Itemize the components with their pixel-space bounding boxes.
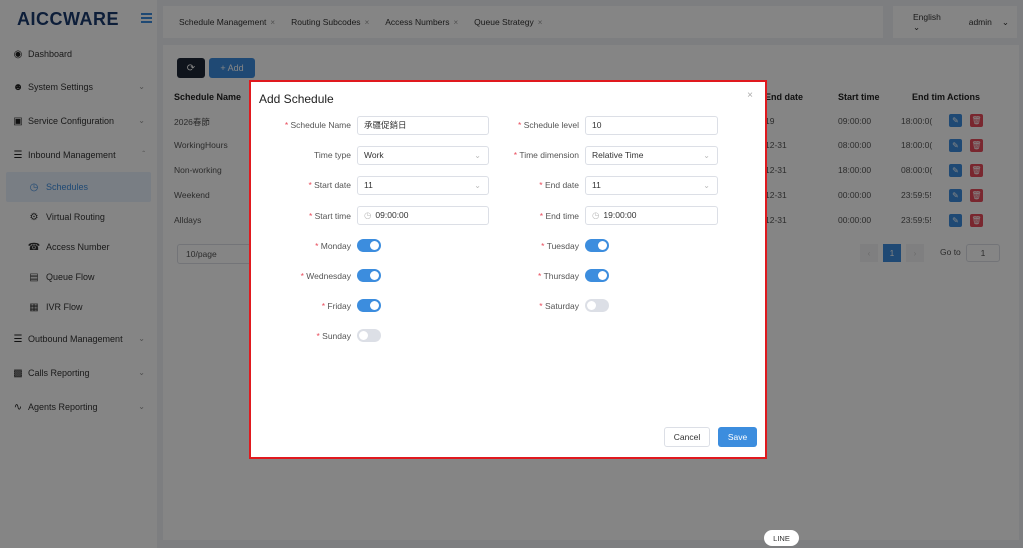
thursday-toggle[interactable] bbox=[585, 269, 609, 282]
end-date-label: * End date bbox=[539, 180, 579, 190]
tuesday-toggle[interactable] bbox=[585, 239, 609, 252]
end-date-value: 11 bbox=[592, 180, 601, 190]
end-date-select[interactable]: 11 ⌄ bbox=[585, 176, 718, 195]
sunday-label: * Sunday bbox=[316, 331, 351, 341]
saturday-toggle[interactable] bbox=[585, 299, 609, 312]
time-dimension-label: * Time dimension bbox=[513, 150, 579, 160]
end-time-label: * End time bbox=[539, 211, 579, 221]
line-badge[interactable]: LINE bbox=[764, 530, 799, 546]
save-button[interactable]: Save bbox=[718, 427, 757, 447]
wednesday-label: * Wednesday bbox=[300, 271, 351, 281]
wednesday-toggle[interactable] bbox=[357, 269, 381, 282]
schedule-name-input[interactable]: 承疆促銷日 bbox=[357, 116, 489, 135]
add-schedule-dialog: Add Schedule × * Schedule Name 承疆促銷日 * S… bbox=[249, 80, 767, 459]
clock-icon: ◷ bbox=[592, 210, 600, 220]
saturday-label: * Saturday bbox=[539, 301, 579, 311]
friday-toggle[interactable] bbox=[357, 299, 381, 312]
chevron-down-icon: ⌄ bbox=[703, 151, 710, 160]
close-icon[interactable]: × bbox=[747, 90, 753, 101]
sunday-toggle[interactable] bbox=[357, 329, 381, 342]
schedule-name-label: * Schedule Name bbox=[284, 120, 351, 130]
monday-label: * Monday bbox=[315, 241, 351, 251]
start-time-value: 09:00:00 bbox=[375, 210, 409, 220]
clock-icon: ◷ bbox=[364, 210, 372, 220]
friday-label: * Friday bbox=[321, 301, 351, 311]
start-date-select[interactable]: 11 ⌄ bbox=[357, 176, 489, 195]
time-dimension-value: Relative Time bbox=[592, 150, 644, 160]
end-time-value: 19:00:00 bbox=[603, 210, 637, 220]
start-date-label: * Start date bbox=[308, 180, 351, 190]
dialog-title: Add Schedule bbox=[259, 92, 334, 106]
tuesday-label: * Tuesday bbox=[541, 241, 579, 251]
time-type-label: Time type bbox=[313, 150, 351, 160]
start-date-value: 11 bbox=[364, 180, 373, 190]
monday-toggle[interactable] bbox=[357, 239, 381, 252]
schedule-level-label: * Schedule level bbox=[518, 120, 579, 130]
end-time-picker[interactable]: ◷ 19:00:00 bbox=[585, 206, 718, 225]
cancel-button[interactable]: Cancel bbox=[664, 427, 710, 447]
start-time-label: * Start time bbox=[308, 211, 351, 221]
thursday-label: * Thursday bbox=[538, 271, 579, 281]
start-time-picker[interactable]: ◷ 09:00:00 bbox=[357, 206, 489, 225]
time-type-value: Work bbox=[364, 150, 384, 160]
chevron-down-icon: ⌄ bbox=[703, 181, 710, 190]
time-dimension-select[interactable]: Relative Time ⌄ bbox=[585, 146, 718, 165]
schedule-level-input[interactable]: 10 bbox=[585, 116, 718, 135]
time-type-select[interactable]: Work ⌄ bbox=[357, 146, 489, 165]
